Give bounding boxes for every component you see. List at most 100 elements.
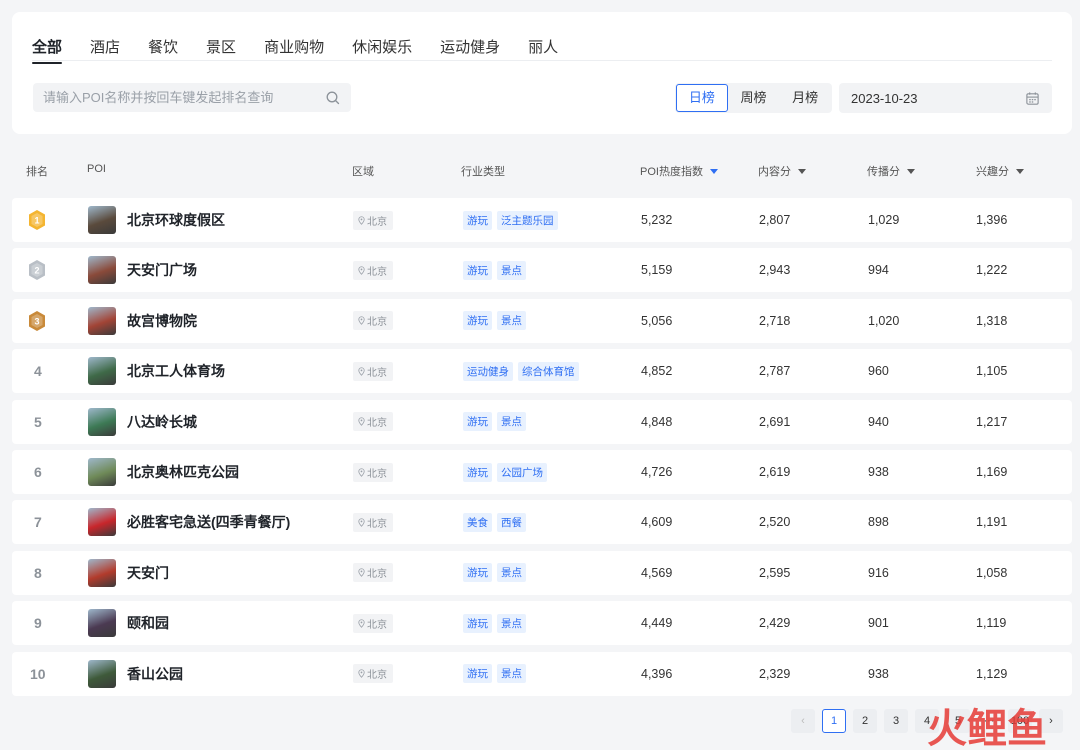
- table-row[interactable]: 3 故宫博物院 北京 游玩 景点 5,056 2,718 1,020 1,318: [12, 298, 1072, 343]
- poi-name[interactable]: 颐和园: [127, 613, 169, 633]
- poi-name[interactable]: 北京奥林匹克公园: [127, 462, 239, 482]
- poi-cell[interactable]: 北京奥林匹克公园: [88, 450, 239, 494]
- poi-name[interactable]: 八达岭长城: [127, 412, 197, 432]
- prev-page-button[interactable]: ‹: [791, 709, 815, 733]
- industry-cell: 游玩 景点: [463, 551, 531, 595]
- region-tag: 北京: [353, 613, 393, 633]
- tab-0[interactable]: 全部: [32, 36, 63, 64]
- poi-cell[interactable]: 八达岭长城: [88, 400, 197, 444]
- col-spread-label: 传播分: [867, 166, 900, 178]
- region-label: 北京: [367, 317, 387, 329]
- poi-cell[interactable]: 颐和园: [88, 601, 169, 645]
- poi-name[interactable]: 天安门: [127, 563, 169, 583]
- sort-desc-icon[interactable]: [798, 168, 806, 174]
- industry-tag: 景点: [497, 613, 526, 633]
- sort-desc-icon[interactable]: [1016, 168, 1024, 174]
- table-row[interactable]: 5 八达岭长城 北京 游玩 景点 4,848 2,691 940 1,217: [12, 399, 1072, 444]
- rank-cell: 9: [27, 601, 42, 645]
- poi-cell[interactable]: 北京环球度假区: [88, 198, 225, 242]
- poi-cell[interactable]: 北京工人体育场: [88, 349, 225, 393]
- table-row[interactable]: 7 必胜客宅急送(四季青餐厅) 北京 美食 西餐 4,609 2,520 898 1,191: [12, 500, 1072, 545]
- location-pin-icon: [358, 467, 365, 477]
- heat-score: 4,848: [641, 414, 673, 429]
- industry-cell: 美食 西餐: [463, 500, 531, 544]
- poi-name[interactable]: 天安门广场: [127, 260, 197, 280]
- page-3-button[interactable]: 3: [884, 709, 908, 733]
- poi-cell[interactable]: 必胜客宅急送(四季青餐厅): [88, 500, 290, 544]
- region-cell: 北京: [353, 551, 393, 595]
- table-row[interactable]: 2 天安门广场 北京 游玩 景点 5,159 2,943 994 1,222: [12, 248, 1072, 293]
- period-option-0[interactable]: 日榜: [676, 84, 728, 112]
- location-pin-icon: [358, 316, 365, 326]
- table-row[interactable]: 10 香山公园 北京 游玩 景点 4,396 2,329 938 1,129: [12, 651, 1072, 696]
- table-row[interactable]: 4 北京工人体育场 北京 运动健身 综合体育馆 4,852 2,787 960 1,105: [12, 349, 1072, 394]
- region-cell: 北京: [353, 601, 393, 645]
- page-1-button[interactable]: 1: [822, 709, 846, 733]
- location-pin-icon: [358, 417, 365, 426]
- tab-7[interactable]: 丽人: [528, 36, 558, 60]
- date-value: 2023-10-23: [851, 90, 918, 106]
- col-rank: 排名: [26, 163, 48, 179]
- tab-2[interactable]: 餐饮: [148, 36, 178, 60]
- page-2-button[interactable]: 2: [853, 709, 877, 733]
- poi-name[interactable]: 北京环球度假区: [127, 210, 225, 230]
- tab-5[interactable]: 休闲娱乐: [352, 36, 412, 60]
- poi-name[interactable]: 必胜客宅急送(四季青餐厅): [127, 512, 290, 532]
- date-picker[interactable]: 2023-10-23: [839, 83, 1052, 113]
- interest-score: 1,318: [976, 313, 1008, 328]
- heat-score: 4,609: [641, 515, 673, 530]
- content-score: 2,619: [759, 465, 791, 479]
- interest-score: 1,129: [976, 666, 1008, 681]
- poi-cell[interactable]: 故宫博物院: [88, 299, 197, 343]
- industry-cell: 游玩 景点: [463, 299, 531, 343]
- poi-name[interactable]: 香山公园: [127, 664, 183, 684]
- poi-name[interactable]: 北京工人体育场: [127, 361, 225, 381]
- watermark-logo: 火鲤鱼: [927, 706, 1047, 750]
- poi-cell[interactable]: 天安门: [88, 551, 169, 595]
- tab-3[interactable]: 景区: [206, 36, 236, 60]
- region-tag: 北京: [353, 512, 393, 532]
- region-cell: 北京: [353, 198, 393, 242]
- industry-cell: 游玩 景点: [463, 248, 531, 292]
- poi-name[interactable]: 故宫博物院: [127, 311, 197, 331]
- poi-thumbnail: [88, 558, 116, 587]
- calendar-icon[interactable]: [1025, 91, 1040, 106]
- col-heat-sort[interactable]: POI热度指数: [640, 163, 718, 179]
- col-interest-sort[interactable]: 兴趣分: [976, 163, 1024, 179]
- poi-cell[interactable]: 香山公园: [88, 652, 183, 696]
- content-score: 2,520: [759, 515, 791, 530]
- table-row[interactable]: 9 颐和园 北京 游玩 景点 4,449 2,429 901 1,119: [12, 601, 1072, 646]
- sort-desc-icon[interactable]: [709, 168, 718, 174]
- col-region: 区域: [352, 163, 374, 179]
- industry-cell: 游玩 景点: [463, 652, 531, 696]
- tab-4[interactable]: 商业购物: [264, 36, 324, 60]
- filter-panel: 全部 酒店 餐饮 景区 商业购物 休闲娱乐 运动健身 丽人 日榜周榜月榜 2023-10-23: [12, 12, 1072, 134]
- col-content-sort[interactable]: 内容分: [758, 163, 806, 179]
- interest-score: 1,058: [976, 565, 1008, 580]
- poi-search-input[interactable]: [43, 90, 325, 105]
- sort-desc-icon[interactable]: [907, 168, 915, 174]
- location-pin-icon: [358, 215, 365, 225]
- industry-tag: 美食: [463, 512, 492, 532]
- tab-1[interactable]: 酒店: [90, 36, 120, 60]
- industry-tag: 游玩: [463, 613, 492, 633]
- table-row[interactable]: 6 北京奥林匹克公园 北京 游玩 公园广场 4,726 2,619 938 1,169: [12, 450, 1072, 494]
- region-tag: 北京: [353, 361, 393, 381]
- spread-score: 1,020: [868, 313, 900, 328]
- interest-score: 1,217: [976, 414, 1008, 429]
- location-pin-icon: [358, 619, 365, 628]
- table-row[interactable]: 1 北京环球度假区 北京 游玩 泛主题乐园 5,232 2,807 1,029 1,396: [12, 198, 1072, 242]
- period-option-1[interactable]: 周榜: [728, 84, 780, 112]
- region-label: 北京: [367, 670, 387, 682]
- col-spread-sort[interactable]: 传播分: [867, 163, 915, 179]
- poi-cell[interactable]: 天安门广场: [88, 248, 197, 292]
- col-industry-label: 行业类型: [461, 166, 505, 178]
- period-option-2[interactable]: 月榜: [779, 84, 831, 112]
- industry-cell: 运动健身 综合体育馆: [463, 349, 584, 393]
- heat-score: 5,159: [641, 263, 673, 278]
- table-row[interactable]: 8 天安门 北京 游玩 景点 4,569 2,595 916 1,058: [12, 550, 1072, 595]
- region-cell: 北京: [353, 248, 393, 292]
- poi-search-box[interactable]: [33, 83, 351, 112]
- tab-6[interactable]: 运动健身: [440, 36, 500, 60]
- search-icon[interactable]: [325, 90, 341, 106]
